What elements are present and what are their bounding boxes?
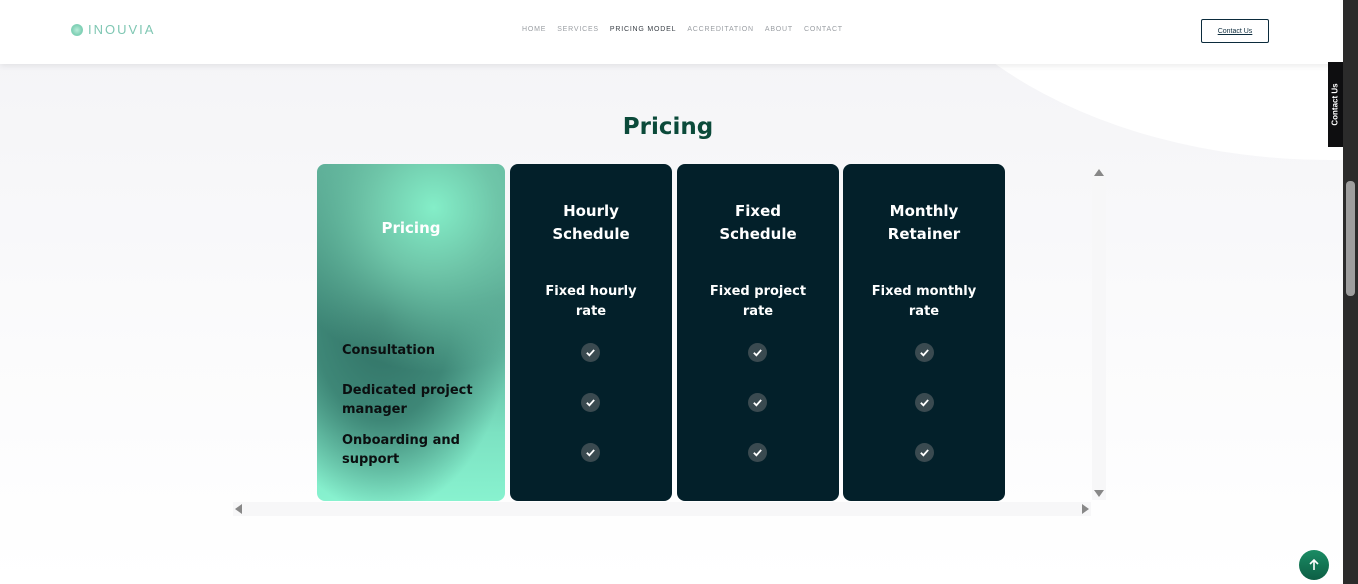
back-to-top-button[interactable]: [1299, 550, 1329, 580]
scroll-right-icon[interactable]: [1082, 504, 1089, 514]
check-icon: [581, 393, 600, 412]
side-contact-tab[interactable]: Contact Us: [1328, 62, 1343, 147]
logo-text: INOUVIA: [88, 22, 156, 37]
plan-rate: Fixed project rate: [709, 284, 807, 319]
check-icon: [581, 343, 600, 362]
page: INOUVIA HOME SERVICES PRICING MODEL ACCR…: [0, 0, 1343, 584]
site-header: INOUVIA HOME SERVICES PRICING MODEL ACCR…: [0, 0, 1343, 64]
scroll-up-icon[interactable]: [1094, 169, 1104, 176]
plan-column-monthly: Monthly Retainer Fixed monthly rate: [843, 164, 1005, 501]
scroll-down-icon[interactable]: [1094, 490, 1104, 497]
logo[interactable]: INOUVIA: [71, 22, 155, 37]
contact-us-button[interactable]: Contact Us: [1201, 19, 1269, 43]
main-nav: HOME SERVICES PRICING MODEL ACCREDITATIO…: [522, 26, 843, 33]
nav-item-accreditation[interactable]: ACCREDITATION: [687, 26, 754, 33]
row-label-consultation: Consultation: [342, 343, 436, 358]
table-horizontal-scrollbar[interactable]: [233, 502, 1091, 516]
check-icon: [581, 443, 600, 462]
plan-column-hourly: Hourly Schedule Fixed hourly rate: [510, 164, 672, 501]
check-icon: [748, 393, 767, 412]
pricing-label-column: Pricing Consultation Dedicated project m…: [317, 164, 505, 501]
check-icon: [915, 343, 934, 362]
plan-name: Hourly Schedule: [552, 202, 630, 243]
scrollbar-thumb[interactable]: [1346, 181, 1355, 296]
nav-item-about[interactable]: ABOUT: [765, 26, 793, 33]
check-icon: [748, 443, 767, 462]
section-title: Pricing: [622, 114, 714, 140]
plan-name: Monthly Retainer: [887, 202, 961, 243]
scroll-left-icon[interactable]: [235, 504, 242, 514]
plan-column-fixed: Fixed Schedule Fixed project rate: [677, 164, 839, 501]
check-icon: [915, 443, 934, 462]
label-column-header: Pricing: [381, 219, 441, 237]
page-scrollbar[interactable]: [1343, 0, 1358, 584]
nav-item-pricing-model[interactable]: PRICING MODEL: [610, 26, 676, 33]
check-icon: [748, 343, 767, 362]
side-tab-label: Contact Us: [1331, 83, 1341, 126]
check-icon: [915, 393, 934, 412]
row-label-project-manager: Dedicated project manager: [342, 383, 473, 417]
nav-item-services[interactable]: SERVICES: [557, 26, 599, 33]
nav-item-home[interactable]: HOME: [522, 26, 546, 33]
plan-rate: Fixed hourly rate: [545, 284, 637, 319]
plan-name: Fixed Schedule: [719, 202, 797, 243]
row-label-onboarding: Onboarding and support: [342, 433, 460, 467]
logo-icon: [71, 23, 83, 36]
arrow-up-icon: [1309, 558, 1319, 570]
plan-rate: Fixed monthly rate: [871, 284, 977, 319]
table-vertical-scrollbar[interactable]: [1092, 166, 1106, 500]
nav-item-contact[interactable]: CONTACT: [804, 26, 843, 33]
